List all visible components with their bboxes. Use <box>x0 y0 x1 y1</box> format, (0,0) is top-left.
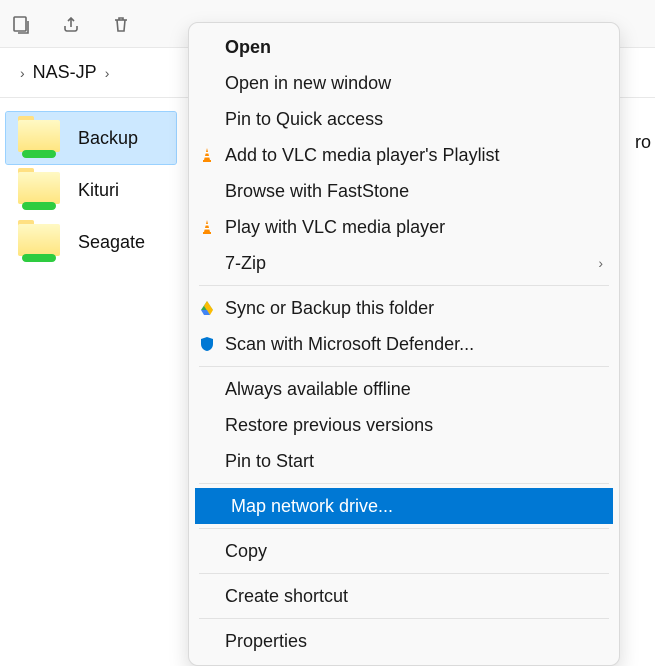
folder-item-backup[interactable]: Backup <box>6 112 176 164</box>
menu-label: Properties <box>225 631 307 652</box>
menu-separator <box>199 366 609 367</box>
network-folder-icon <box>18 172 60 208</box>
chevron-right-icon: › <box>598 255 603 271</box>
menu-label: Always available offline <box>225 379 411 400</box>
menu-sync-backup[interactable]: Sync or Backup this folder <box>189 290 619 326</box>
menu-label: Play with VLC media player <box>225 217 445 238</box>
menu-7zip[interactable]: 7-Zip › <box>189 245 619 281</box>
menu-label: Open in new window <box>225 73 391 94</box>
menu-add-vlc-playlist[interactable]: Add to VLC media player's Playlist <box>189 137 619 173</box>
folder-label: Kituri <box>78 180 119 201</box>
menu-properties[interactable]: Properties <box>189 623 619 659</box>
context-menu: Open Open in new window Pin to Quick acc… <box>188 22 620 666</box>
menu-open[interactable]: Open <box>189 29 619 65</box>
menu-label: Browse with FastStone <box>225 181 409 202</box>
menu-label: Copy <box>225 541 267 562</box>
menu-label: Add to VLC media player's Playlist <box>225 145 500 166</box>
share-icon[interactable] <box>60 13 82 35</box>
menu-play-vlc[interactable]: Play with VLC media player <box>189 209 619 245</box>
chevron-right-icon: › <box>20 65 25 81</box>
menu-label: Map network drive... <box>231 496 393 517</box>
cutoff-text: ro <box>635 132 651 153</box>
network-folder-icon <box>18 224 60 260</box>
drive-icon <box>197 298 217 318</box>
breadcrumb-location: NAS-JP <box>33 62 97 83</box>
menu-restore-versions[interactable]: Restore previous versions <box>189 407 619 443</box>
menu-label: Pin to Quick access <box>225 109 383 130</box>
menu-separator <box>199 528 609 529</box>
menu-separator <box>199 483 609 484</box>
menu-browse-faststone[interactable]: Browse with FastStone <box>189 173 619 209</box>
folder-label: Backup <box>78 128 138 149</box>
menu-open-new-window[interactable]: Open in new window <box>189 65 619 101</box>
menu-label: 7-Zip <box>225 253 266 274</box>
menu-separator <box>199 618 609 619</box>
menu-separator <box>199 285 609 286</box>
menu-copy[interactable]: Copy <box>189 533 619 569</box>
menu-scan-defender[interactable]: Scan with Microsoft Defender... <box>189 326 619 362</box>
folder-item-kituri[interactable]: Kituri <box>6 164 176 216</box>
menu-label: Sync or Backup this folder <box>225 298 434 319</box>
menu-pin-start[interactable]: Pin to Start <box>189 443 619 479</box>
vlc-cone-icon <box>197 145 217 165</box>
delete-icon[interactable] <box>110 13 132 35</box>
new-icon[interactable] <box>10 13 32 35</box>
menu-label: Create shortcut <box>225 586 348 607</box>
chevron-right-icon: › <box>105 65 110 81</box>
folder-item-seagate[interactable]: Seagate <box>6 216 176 268</box>
menu-label: Open <box>225 37 271 58</box>
vlc-cone-icon <box>197 217 217 237</box>
menu-label: Restore previous versions <box>225 415 433 436</box>
network-folder-icon <box>18 120 60 156</box>
menu-label: Scan with Microsoft Defender... <box>225 334 474 355</box>
menu-map-network-drive[interactable]: Map network drive... <box>195 488 613 524</box>
menu-separator <box>199 573 609 574</box>
menu-label: Pin to Start <box>225 451 314 472</box>
menu-always-offline[interactable]: Always available offline <box>189 371 619 407</box>
shield-icon <box>197 334 217 354</box>
menu-pin-quick-access[interactable]: Pin to Quick access <box>189 101 619 137</box>
menu-create-shortcut[interactable]: Create shortcut <box>189 578 619 614</box>
folder-label: Seagate <box>78 232 145 253</box>
